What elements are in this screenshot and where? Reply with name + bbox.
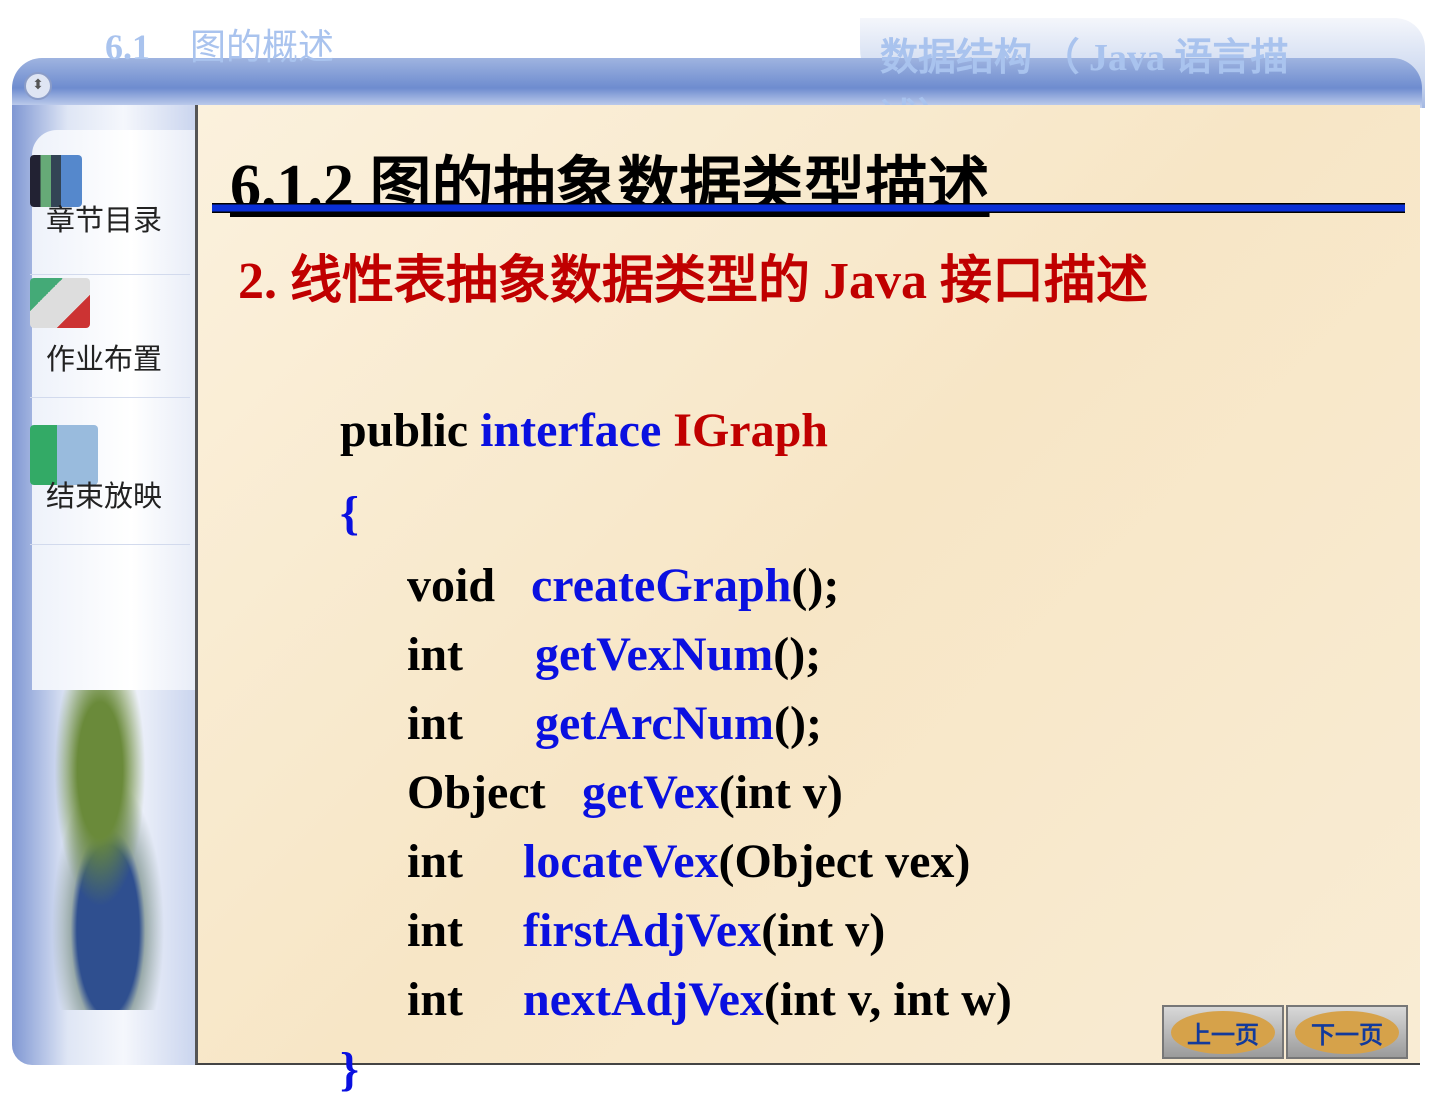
close-brace: }	[340, 1043, 359, 1096]
pen-paper-icon	[30, 278, 90, 328]
method-signature: createGraph();	[531, 558, 839, 613]
method-type: int	[407, 835, 464, 888]
scroll-knob-icon[interactable]: ⬍	[24, 72, 52, 100]
method-type: int	[407, 628, 464, 681]
method-signature: getVexNum();	[535, 627, 821, 682]
method-type: Object	[407, 766, 546, 819]
method-signature: firstAdjVex(int v)	[523, 903, 885, 958]
method-args: ();	[773, 628, 822, 681]
open-brace: {	[340, 487, 359, 540]
method-name: firstAdjVex	[523, 904, 762, 957]
method-args: (int v)	[718, 766, 843, 819]
laptop-plant-decoration	[20, 690, 180, 1010]
section-title: 图的概述	[190, 27, 335, 67]
method-name: getVex	[582, 766, 719, 819]
sidebar-item-label: 结束放映	[46, 479, 163, 513]
method-name: getVexNum	[535, 628, 774, 681]
sidebar-item-label: 章节目录	[46, 203, 163, 237]
sidebar-item-label: 作业布置	[46, 342, 163, 376]
sidebar-item-homework[interactable]: 作业布置	[30, 278, 190, 398]
method-signature: nextAdjVex(int v, int w)	[523, 972, 1012, 1027]
method-args: ();	[791, 559, 840, 612]
section-heading: 6.1 图的概述	[105, 18, 334, 70]
sidebar-item-contents[interactable]: 章节目录	[30, 155, 190, 275]
section-number: 6.1	[105, 27, 150, 67]
method-name: createGraph	[531, 559, 792, 612]
method-name: locateVex	[523, 835, 719, 888]
method-type: void	[407, 559, 496, 612]
method-name: getArcNum	[535, 697, 775, 750]
sidebar-item-end-show[interactable]: 结束放映	[30, 425, 190, 545]
method-signature: locateVex(Object vex)	[523, 834, 970, 889]
method-args: (Object vex)	[718, 835, 971, 888]
title-rule	[212, 203, 1405, 213]
interface-declaration: public interface IGraph	[340, 404, 828, 457]
prev-page-button[interactable]: 上一页	[1162, 1005, 1284, 1059]
method-args: (int v, int w)	[763, 973, 1012, 1026]
method-args: ();	[774, 697, 822, 750]
next-page-button[interactable]: 下一页	[1286, 1005, 1408, 1059]
method-name: nextAdjVex	[523, 973, 764, 1026]
method-args: (int v)	[761, 904, 886, 957]
method-type: int	[407, 973, 464, 1026]
method-signature: getVex(int v)	[582, 765, 843, 820]
method-type: int	[407, 904, 464, 957]
method-signature: getArcNum();	[535, 696, 822, 751]
subheading: 2. 线性表抽象数据类型的 Java 接口描述	[238, 253, 1149, 310]
method-type: int	[407, 697, 464, 750]
